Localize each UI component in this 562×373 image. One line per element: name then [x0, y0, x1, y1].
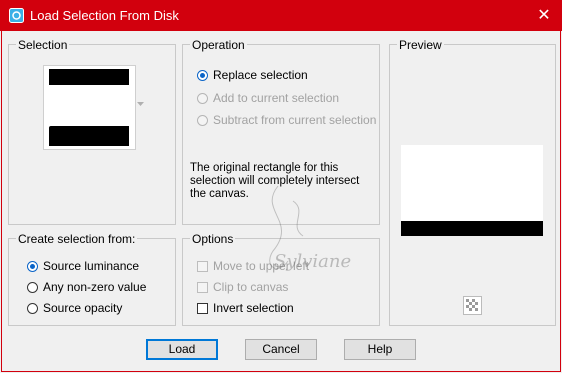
- dropdown-arrow-icon[interactable]: [137, 102, 144, 107]
- radio-label: Source luminance: [43, 259, 140, 273]
- preview-black-band: [401, 221, 543, 236]
- radio-indicator[interactable]: [27, 281, 38, 293]
- radio-indicator[interactable]: [197, 69, 208, 81]
- cancel-button[interactable]: Cancel: [245, 339, 317, 360]
- app-icon: [9, 8, 24, 23]
- radio-indicator[interactable]: [27, 302, 38, 314]
- dialog-body: Selection Operation Replace selection Ad…: [1, 31, 561, 372]
- preview-group-label: Preview: [397, 38, 444, 52]
- operation-group-label: Operation: [190, 38, 247, 52]
- checkbox-label: Move to upper left: [213, 259, 310, 273]
- checkerboard-icon[interactable]: [463, 296, 482, 315]
- checkbox-label: Invert selection: [213, 301, 294, 315]
- checkbox[interactable]: [197, 302, 208, 314]
- title-bar: Load Selection From Disk ✕: [0, 0, 562, 31]
- check-clip-to-canvas[interactable]: Clip to canvas: [197, 279, 288, 295]
- options-group: Options Move to upper left Clip to canva…: [182, 232, 380, 326]
- window-title: Load Selection From Disk: [30, 8, 179, 23]
- checkbox[interactable]: [197, 260, 208, 272]
- thumb-bottom-band: [49, 126, 129, 146]
- radio-label: Add to current selection: [213, 91, 340, 105]
- create-from-group-label: Create selection from:: [16, 232, 138, 246]
- radio-indicator[interactable]: [27, 260, 38, 272]
- preview-canvas: [401, 145, 543, 236]
- selection-thumbnail[interactable]: [43, 65, 136, 150]
- selection-group-label: Selection: [16, 38, 70, 52]
- radio-replace-selection[interactable]: Replace selection: [197, 67, 308, 83]
- options-group-label: Options: [190, 232, 236, 246]
- radio-label: Any non-zero value: [43, 280, 147, 294]
- checkbox[interactable]: [197, 281, 208, 293]
- preview-group: Preview: [389, 38, 556, 326]
- radio-indicator[interactable]: [197, 114, 208, 126]
- create-from-group: Create selection from: Source luminance …: [8, 232, 176, 326]
- radio-add-to-selection[interactable]: Add to current selection: [197, 90, 339, 106]
- check-invert-selection[interactable]: Invert selection: [197, 300, 294, 316]
- radio-source-opacity[interactable]: Source opacity: [27, 300, 122, 316]
- help-button[interactable]: Help: [344, 339, 416, 360]
- close-icon[interactable]: ✕: [530, 3, 558, 28]
- selection-group: Selection: [8, 38, 176, 225]
- radio-label: Source opacity: [43, 301, 123, 315]
- check-move-upper-left[interactable]: Move to upper left: [197, 258, 309, 274]
- operation-note: The original rectangle for this selectio…: [190, 162, 360, 200]
- radio-indicator[interactable]: [197, 92, 208, 104]
- operation-group: Operation Replace selection Add to curre…: [182, 38, 380, 225]
- radio-source-luminance[interactable]: Source luminance: [27, 258, 139, 274]
- radio-label: Subtract from current selection: [213, 113, 377, 127]
- radio-label: Replace selection: [213, 68, 308, 82]
- radio-any-non-zero[interactable]: Any non-zero value: [27, 279, 146, 295]
- thumb-top-band: [49, 69, 129, 85]
- radio-subtract-from-selection[interactable]: Subtract from current selection: [197, 112, 376, 128]
- checkbox-label: Clip to canvas: [213, 280, 289, 294]
- load-button[interactable]: Load: [146, 339, 218, 360]
